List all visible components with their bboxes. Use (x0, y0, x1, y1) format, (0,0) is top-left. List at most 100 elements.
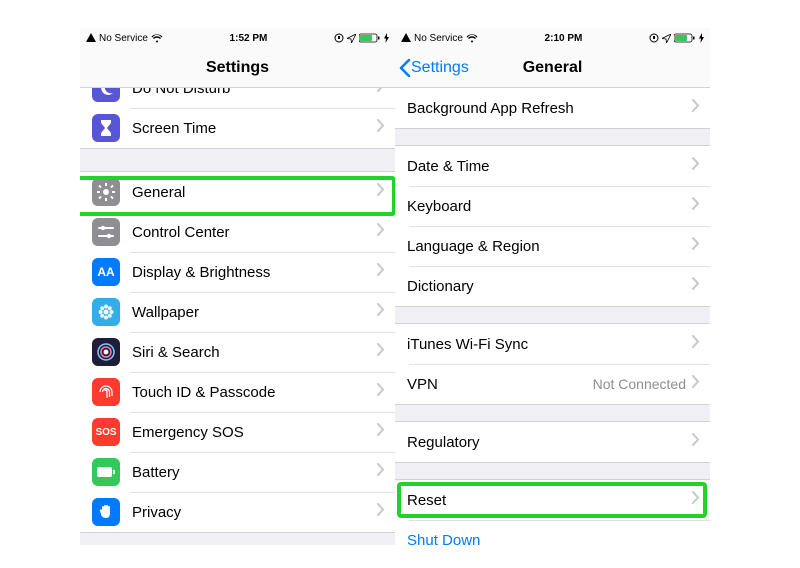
chevron-right-icon (692, 335, 700, 353)
sliders-icon (92, 218, 120, 246)
flower-icon (92, 298, 120, 326)
chevron-right-icon (692, 491, 700, 509)
row-privacy[interactable]: Privacy (80, 492, 395, 532)
chevron-right-icon (692, 237, 700, 255)
rotation-lock-icon (649, 33, 659, 43)
back-label: Settings (411, 59, 469, 77)
settings-screen: No Service 1:52 PM Settings Do Not Distu… (80, 28, 395, 545)
battery-icon (359, 33, 381, 43)
page-title: General (523, 59, 583, 77)
chevron-right-icon (377, 119, 385, 137)
row-label: Regulatory (407, 434, 692, 451)
carrier-text: No Service (414, 33, 463, 44)
charging-icon (384, 33, 389, 43)
general-screen: No Service 2:10 PM Settings General Back… (395, 28, 710, 545)
row-reset[interactable]: Reset (395, 480, 710, 520)
general-list[interactable]: Background App Refresh Date & Time Keyboar… (395, 88, 710, 545)
chevron-right-icon (377, 423, 385, 441)
chevron-right-icon (692, 197, 700, 215)
row-label: Background App Refresh (407, 100, 692, 117)
row-dictionary[interactable]: Dictionary (395, 266, 710, 306)
row-label: Battery (132, 464, 377, 481)
row-wallpaper[interactable]: Wallpaper (80, 292, 395, 332)
charging-icon (699, 33, 704, 43)
row-label: Do Not Disturb (132, 88, 377, 97)
row-label: Siri & Search (132, 344, 377, 361)
chevron-right-icon (692, 277, 700, 295)
row-label: iTunes Wi-Fi Sync (407, 336, 692, 353)
chevron-right-icon (692, 433, 700, 451)
row-label: VPN (407, 376, 593, 393)
chevron-right-icon (692, 157, 700, 175)
nav-bar: Settings (80, 48, 395, 88)
back-button[interactable]: Settings (399, 59, 469, 77)
row-regulatory[interactable]: Regulatory (395, 422, 710, 462)
chevron-right-icon (377, 303, 385, 321)
moon-icon (92, 88, 120, 102)
chevron-right-icon (377, 343, 385, 361)
chevron-right-icon (377, 88, 385, 97)
location-icon (347, 34, 356, 43)
chevron-right-icon (692, 375, 700, 393)
row-screen-time[interactable]: Screen Time (80, 108, 395, 148)
row-siri-search[interactable]: Siri & Search (80, 332, 395, 372)
row-label: Keyboard (407, 198, 692, 215)
status-time: 1:52 PM (230, 33, 268, 44)
chevron-right-icon (377, 183, 385, 201)
battery-icon (674, 33, 696, 43)
battery-icon (92, 458, 120, 486)
row-control-center[interactable]: Control Center (80, 212, 395, 252)
row-general[interactable]: General (80, 172, 395, 212)
nav-bar: Settings General (395, 48, 710, 88)
row-label: Dictionary (407, 278, 692, 295)
wifi-icon (466, 34, 478, 43)
chevron-right-icon (692, 99, 700, 117)
row-label: Date & Time (407, 158, 692, 175)
chevron-right-icon (377, 383, 385, 401)
page-title: Settings (206, 59, 269, 77)
wifi-icon (151, 34, 163, 43)
row-label: Privacy (132, 504, 377, 521)
warning-icon (401, 33, 411, 43)
siri-icon (92, 338, 120, 366)
row-keyboard[interactable]: Keyboard (395, 186, 710, 226)
chevron-right-icon (377, 223, 385, 241)
row-label: Shut Down (407, 532, 700, 546)
chevron-right-icon (377, 503, 385, 521)
warning-icon (86, 33, 96, 43)
row-display-brightness[interactable]: AA Display & Brightness (80, 252, 395, 292)
row-label: Emergency SOS (132, 424, 377, 441)
sos-icon: SOS (92, 418, 120, 446)
row-label: Display & Brightness (132, 264, 377, 281)
status-time: 2:10 PM (545, 33, 583, 44)
row-battery[interactable]: Battery (80, 452, 395, 492)
rotation-lock-icon (334, 33, 344, 43)
row-do-not-disturb[interactable]: Do Not Disturb (80, 88, 395, 108)
finger-icon (92, 378, 120, 406)
carrier-text: No Service (99, 33, 148, 44)
chevron-right-icon (377, 463, 385, 481)
row-label: Control Center (132, 224, 377, 241)
row-date-time[interactable]: Date & Time (395, 146, 710, 186)
row-background-app-refresh[interactable]: Background App Refresh (395, 88, 710, 128)
status-bar: No Service 2:10 PM (395, 28, 710, 48)
row-label: Wallpaper (132, 304, 377, 321)
row-language-region[interactable]: Language & Region (395, 226, 710, 266)
location-icon (662, 34, 671, 43)
row-label: General (132, 184, 377, 201)
row-vpn[interactable]: VPNNot Connected (395, 364, 710, 404)
row-label: Screen Time (132, 120, 377, 137)
chevron-right-icon (377, 263, 385, 281)
row-itunes-wi-fi-sync[interactable]: iTunes Wi-Fi Sync (395, 324, 710, 364)
row-touch-id-passcode[interactable]: Touch ID & Passcode (80, 372, 395, 412)
status-bar: No Service 1:52 PM (80, 28, 395, 48)
row-label: Touch ID & Passcode (132, 384, 377, 401)
hourglass-icon (92, 114, 120, 142)
row-label: Reset (407, 492, 692, 509)
row-emergency-sos[interactable]: SOS Emergency SOS (80, 412, 395, 452)
settings-list[interactable]: Do Not Disturb Screen Time General Control … (80, 88, 395, 545)
row-label: Language & Region (407, 238, 692, 255)
row-shut-down[interactable]: Shut Down (395, 520, 710, 545)
aa-icon: AA (92, 258, 120, 286)
gear-icon (92, 178, 120, 206)
